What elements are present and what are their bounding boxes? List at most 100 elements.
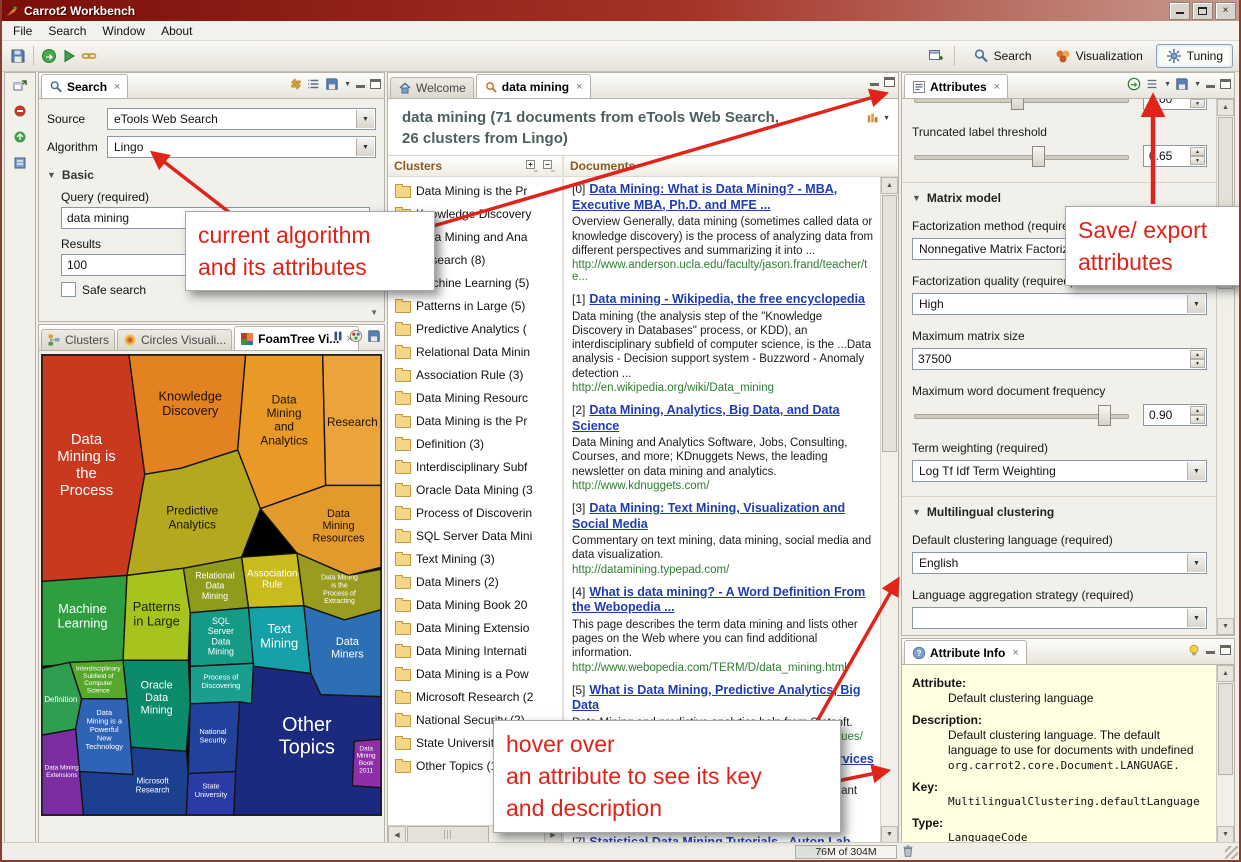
document-url[interactable]: http://datamining.typepad.com/ <box>572 564 874 576</box>
menu-about[interactable]: About <box>153 22 200 40</box>
vertical-scrollbar[interactable]: ▲ ▼ <box>1216 99 1234 635</box>
link-with-editor-icon[interactable] <box>1187 643 1201 657</box>
scrollbar-thumb[interactable] <box>882 195 897 452</box>
scroll-up-icon[interactable]: ▲ <box>1217 99 1234 116</box>
cluster-tree-item[interactable]: Data Miners (2) <box>388 570 562 593</box>
cluster-tree-item[interactable]: Data Mining Resourc <box>388 386 562 409</box>
scrollbar-thumb[interactable] <box>407 826 489 843</box>
scroll-down-icon[interactable]: ▼ <box>881 826 898 843</box>
spin-down-icon[interactable]: ▼ <box>1190 415 1205 424</box>
save-button[interactable] <box>8 46 28 66</box>
language-aggregation-strategy-select[interactable]: ▼ <box>912 607 1207 629</box>
maximum-word-document-frequency-slider[interactable] <box>912 403 1131 427</box>
truncated-label-threshold-slider[interactable] <box>912 144 1131 168</box>
multilingual-clustering-section[interactable]: ▼ Multilingual clustering <box>912 505 1207 519</box>
perspective-visualization-button[interactable]: Visualization <box>1045 44 1153 68</box>
cluster-tree-item[interactable]: Data Mining Extensio <box>388 616 562 639</box>
spin-up-icon[interactable]: ▲ <box>1190 350 1205 359</box>
minimized-view-icon-green[interactable] <box>12 129 28 145</box>
cluster-tree-item[interactable]: Predictive Analytics ( <box>388 317 562 340</box>
spin-up-icon[interactable]: ▲ <box>1190 406 1205 415</box>
phrase-label-boost-spinner[interactable]: 2.00 ▲▼ <box>1143 99 1207 110</box>
export-attributes-icon[interactable] <box>1127 77 1141 91</box>
show-list-icon[interactable] <box>307 77 321 91</box>
document-url[interactable]: http://en.wikipedia.org/wiki/Data_mining <box>572 382 874 394</box>
menu-search[interactable]: Search <box>40 22 94 40</box>
perspective-search-button[interactable]: Search <box>963 44 1042 68</box>
open-perspective-button[interactable] <box>926 46 946 66</box>
scroll-up-icon[interactable]: ▲ <box>881 177 898 194</box>
cluster-tree-item[interactable]: Microsoft Research (2 <box>388 685 562 708</box>
document-url[interactable]: http://www.webopedia.com/TERM/D/data_min… <box>572 662 874 674</box>
perspective-tuning-button[interactable]: Tuning <box>1156 44 1233 68</box>
safe-search-checkbox[interactable] <box>61 282 76 297</box>
algorithm-select[interactable]: Lingo ▼ <box>107 136 376 158</box>
chevron-down-icon[interactable]: ▼ <box>883 115 890 122</box>
menu-file[interactable]: File <box>5 22 40 40</box>
layout-columns-icon[interactable] <box>866 111 880 125</box>
source-select[interactable]: eTools Web Search ▼ <box>107 108 376 130</box>
chevron-down-icon[interactable]: ▼ <box>1187 554 1205 572</box>
color-palette-icon[interactable] <box>349 329 363 343</box>
tab-search-view[interactable]: Search × <box>41 74 128 98</box>
chevron-down-icon[interactable]: ▼ <box>1187 609 1205 627</box>
cluster-tree-item[interactable]: Relational Data Minin <box>388 340 562 363</box>
tab-data-mining-editor[interactable]: data mining × <box>476 74 591 98</box>
default-clustering-language-select[interactable]: English ▼ <box>912 552 1207 574</box>
cluster-tree-item[interactable]: Data Mining Internati <box>388 639 562 662</box>
basic-section-header[interactable]: ▼ Basic <box>47 168 376 182</box>
vertical-scrollbar[interactable]: ▲ ▼ <box>1216 665 1234 843</box>
maximize-icon[interactable] <box>1220 79 1231 89</box>
vertical-scrollbar[interactable]: ▲ ▼ <box>880 177 898 843</box>
cluster-tree-item[interactable]: SQL Server Data Mini <box>388 524 562 547</box>
tab-clusters-viz[interactable]: Clusters <box>41 329 115 350</box>
cluster-tree-item[interactable]: Data Mining is the Pr <box>388 179 562 202</box>
scroll-up-icon[interactable]: ▲ <box>1217 665 1234 682</box>
tab-attribute-info[interactable]: ? Attribute Info × <box>904 640 1027 664</box>
scroll-down-icon[interactable]: ▼ <box>1217 826 1234 843</box>
save-attributes-icon[interactable] <box>1175 77 1189 91</box>
maximize-icon[interactable] <box>1220 645 1231 655</box>
resize-grip[interactable] <box>1225 846 1238 859</box>
cluster-tree-item[interactable]: Data Mining is the Pr <box>388 409 562 432</box>
document-url[interactable]: http://www.anderson.ucla.edu/faculty/jas… <box>572 259 874 283</box>
close-icon[interactable]: × <box>576 81 582 93</box>
window-close-icon[interactable]: × <box>1215 2 1236 20</box>
document-url[interactable]: http://www.kdnuggets.com/ <box>572 480 874 492</box>
document-title-link[interactable]: Data Mining, Analytics, Big Data, and Da… <box>572 403 840 433</box>
document-title-link[interactable]: Data Mining: What is Data Mining? - MBA,… <box>572 182 837 212</box>
spin-down-icon[interactable]: ▼ <box>1190 156 1205 165</box>
foamtree-visualization[interactable]: DataMining istheProcessKnowledgeDiscover… <box>41 354 382 816</box>
view-menu-icon[interactable] <box>1145 77 1159 91</box>
menu-window[interactable]: Window <box>94 22 153 40</box>
minimize-icon[interactable] <box>1205 79 1216 89</box>
document-title-link[interactable]: What is data mining? - A Word Definition… <box>572 585 865 615</box>
spin-down-icon[interactable]: ▼ <box>1190 99 1205 108</box>
chevron-down-icon[interactable]: ▼ <box>356 138 374 156</box>
truncated-label-threshold-spinner[interactable]: 0.65 ▲▼ <box>1143 145 1207 167</box>
document-title-link[interactable]: Data Mining: Text Mining, Visualization … <box>572 501 845 531</box>
tab-attributes[interactable]: Attributes × <box>904 74 1008 98</box>
minimized-view-icon-blue[interactable] <box>12 155 28 171</box>
restore-view-icon[interactable] <box>12 77 28 93</box>
chevron-down-icon[interactable]: ▼ <box>1187 462 1205 480</box>
close-icon[interactable]: × <box>994 81 1000 93</box>
chevron-down-icon[interactable]: ▼ <box>1187 295 1205 313</box>
window-maximize-icon[interactable] <box>1192 2 1213 20</box>
minimize-icon[interactable] <box>1205 645 1216 655</box>
run-button[interactable] <box>59 46 79 66</box>
chevron-down-icon[interactable]: ▼ <box>344 81 351 88</box>
cluster-tree-item[interactable]: Data Mining is a Pow <box>388 662 562 685</box>
minimized-view-icon-red[interactable] <box>12 103 28 119</box>
minimize-icon[interactable] <box>869 77 880 87</box>
chevron-down-icon[interactable]: ▼ <box>1164 81 1171 88</box>
cluster-tree-item[interactable]: Association Rule (3) <box>388 363 562 386</box>
save-image-icon[interactable] <box>367 329 381 343</box>
expand-all-icon[interactable] <box>525 159 539 173</box>
chevron-down-icon[interactable]: ▼ <box>1194 81 1201 88</box>
cluster-tree-item[interactable]: Interdisciplinary Subf <box>388 455 562 478</box>
requery-icon[interactable] <box>289 77 303 91</box>
garbage-collect-button[interactable] <box>901 844 915 861</box>
scroll-down-icon[interactable]: ▼ <box>1217 618 1234 635</box>
close-icon[interactable]: × <box>114 81 120 93</box>
